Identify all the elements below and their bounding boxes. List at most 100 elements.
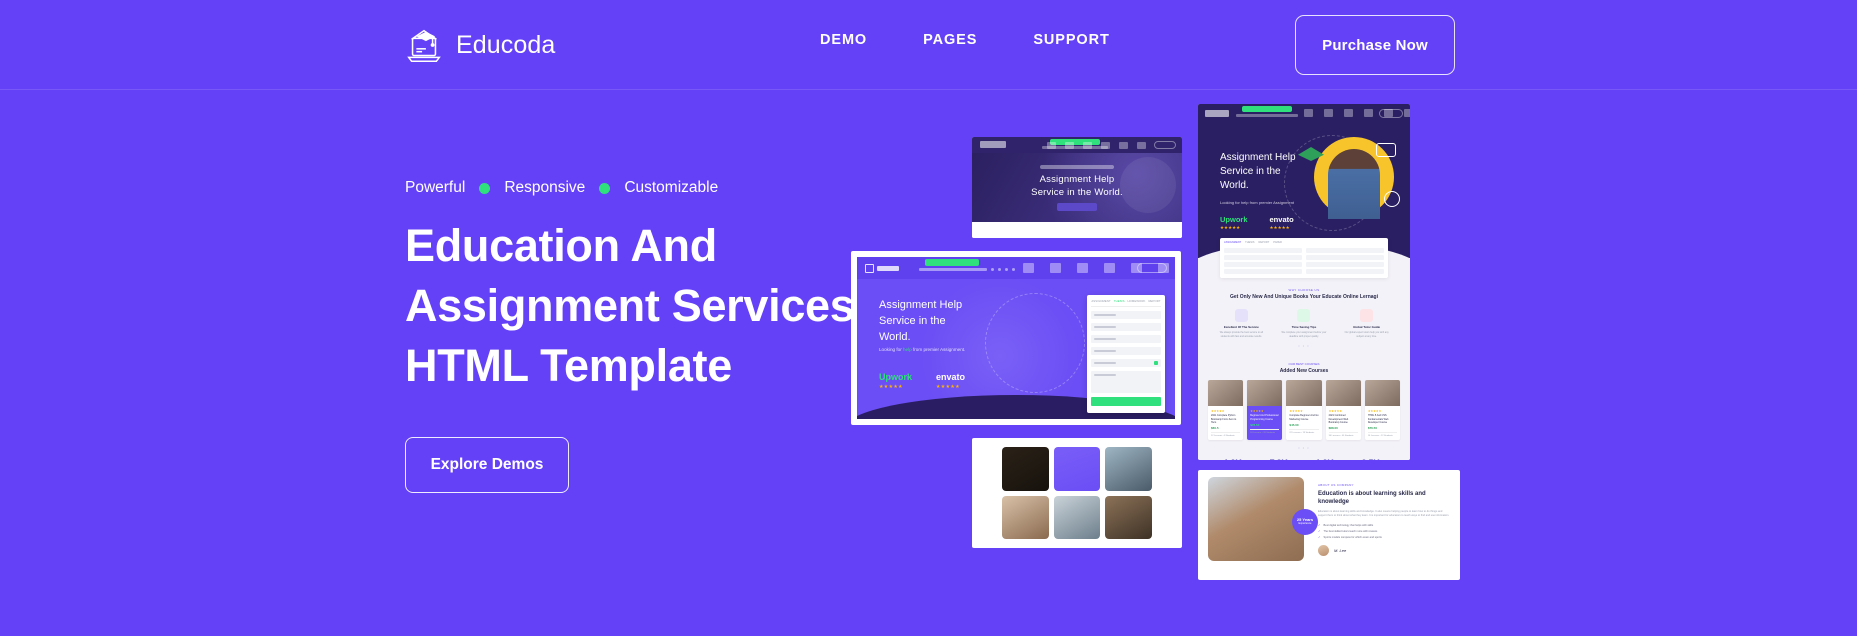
center-hero-paragraph: Looking for help from premier Assignment… bbox=[879, 347, 971, 352]
explore-demos-button[interactable]: Explore Demos bbox=[405, 437, 569, 493]
right-brand-envato-stars: ★★★★★ bbox=[1269, 225, 1290, 230]
globe-icon bbox=[1360, 309, 1374, 322]
form-field-email bbox=[1091, 323, 1161, 331]
right-section-label: WHY CHOOSE US bbox=[1288, 288, 1320, 292]
course-title: HTML 5 And CSS Fundamentals Web Develope… bbox=[1367, 414, 1389, 424]
right-page-body: ASSIGNMENT THESIS REPORT PAPER WHY CHOOS… bbox=[1198, 238, 1410, 460]
center-cta-sub bbox=[919, 268, 987, 271]
course-body: ★★★★★ 2021 Combined Development Web Boot… bbox=[1326, 406, 1361, 440]
center-contact-form: ASSIGNMENT THESIS HOMEWORK REPORT bbox=[1087, 295, 1165, 413]
stat-value: 1.2K+ bbox=[1316, 458, 1339, 460]
feature-carousel-dots[interactable]: • • • bbox=[1198, 343, 1410, 348]
thumb-hero: Assignment Help Service in the World. bbox=[972, 153, 1182, 222]
feature-customizable: Customizable bbox=[624, 179, 719, 196]
stat-item: 9.5K+ Best Videos bbox=[1362, 458, 1385, 460]
nav-item-demo[interactable]: DEMO bbox=[820, 32, 867, 48]
center-para-accent: help bbox=[903, 347, 912, 352]
about-image-wrap: 25 Years Experience bbox=[1208, 477, 1318, 573]
course-meta: 12 Lessons • 8 Students bbox=[1211, 432, 1241, 437]
course-meta: 16 Lessons • 12 Students bbox=[1367, 432, 1398, 437]
course-card[interactable]: ★★★★★ Beginner And Professional Programm… bbox=[1247, 380, 1283, 441]
clock-icon bbox=[1297, 309, 1311, 322]
center-login-button bbox=[1137, 263, 1167, 273]
course-carousel-dots[interactable]: • • • bbox=[1198, 445, 1410, 450]
chat-bubble-icon bbox=[1376, 143, 1396, 157]
course-card[interactable]: ★★★★★ 2021 Complete Python Bootcamp From… bbox=[1208, 380, 1244, 441]
feature-card: Time Saving Tips We complete your assign… bbox=[1280, 309, 1328, 338]
form-tab-report: REPORT bbox=[1148, 299, 1161, 303]
feature-card: Excellent Of The Service We always provi… bbox=[1217, 309, 1265, 338]
gallery-cell-purple bbox=[1053, 447, 1101, 491]
course-stars: ★★★★★ bbox=[1211, 409, 1225, 414]
course-price: $78.50 bbox=[1250, 423, 1260, 427]
clock-icon bbox=[1384, 191, 1400, 207]
right-form-tabs: ASSIGNMENT THESIS REPORT PAPER bbox=[1224, 241, 1384, 246]
about-bullet-list: Best digital technology that helps with … bbox=[1318, 523, 1450, 539]
stat-value: 1.2K+ bbox=[1224, 458, 1247, 460]
right-form-row-2 bbox=[1224, 255, 1384, 260]
course-card[interactable]: ★★★★★ 2021 Combined Development Web Boot… bbox=[1325, 380, 1361, 441]
course-price: $88.00 bbox=[1328, 426, 1338, 431]
stats-row: 1.2K+ Total Classes 7.3K+ Total Students… bbox=[1198, 458, 1410, 460]
course-image bbox=[1208, 380, 1244, 407]
about-bullet: The best skilled tutors teach more with … bbox=[1318, 529, 1450, 533]
demo-thumbnail-dark-hero[interactable]: Assignment Help Service in the World. bbox=[972, 137, 1182, 238]
form-tab-homework: HOMEWORK bbox=[1127, 299, 1146, 303]
purchase-now-button[interactable]: Purchase Now bbox=[1295, 15, 1455, 75]
course-meta: 22 Lessons • 19 Students bbox=[1289, 429, 1319, 434]
right-form-row-1 bbox=[1224, 248, 1384, 253]
right-brand-envato: envato ★★★★★ bbox=[1270, 215, 1294, 231]
brand-name: Educoda bbox=[456, 30, 556, 59]
course-body: ★★★★★ 2021 Complete Python Bootcamp From… bbox=[1208, 406, 1243, 440]
gallery-cell-campus bbox=[1053, 495, 1101, 539]
form-tab-thesis: THESIS bbox=[1113, 299, 1125, 303]
course-stars: ★★★★★ bbox=[1289, 409, 1303, 414]
document-icon bbox=[1234, 309, 1248, 322]
site-header: Educoda DEMO PAGES SUPPORT Purchase Now bbox=[0, 0, 1857, 90]
form-field-name bbox=[1091, 311, 1161, 319]
feature-powerful: Powerful bbox=[405, 179, 466, 196]
brand-envato-label: envato bbox=[936, 372, 966, 382]
stat-value: 7.3K+ bbox=[1270, 458, 1293, 460]
feature-card-text: We complete your assignment before your … bbox=[1281, 331, 1327, 338]
thumb-login-button bbox=[1154, 141, 1176, 149]
center-shot-inner: Assignment Help Service in the World. Lo… bbox=[857, 257, 1175, 419]
course-stars: ★★★★★ bbox=[1250, 409, 1264, 414]
demo-thumbnail-gallery[interactable] bbox=[972, 438, 1182, 548]
form-field-duedate bbox=[1091, 347, 1161, 355]
demo-thumbnail-purple-hero-form[interactable]: Assignment Help Service in the World. Lo… bbox=[851, 251, 1181, 425]
demo-thumbnail-full-page[interactable]: Assignment Help Service in the World. Lo… bbox=[1198, 104, 1410, 460]
course-title: Complete Beginner And Go Marketing Cours… bbox=[1289, 414, 1319, 421]
center-form-tabs: ASSIGNMENT THESIS HOMEWORK REPORT bbox=[1091, 299, 1161, 307]
right-cta-pill bbox=[1242, 106, 1292, 112]
center-navbar bbox=[857, 257, 1175, 279]
course-title: Beginner And Professional Programming Co… bbox=[1250, 414, 1279, 421]
course-price: $45.00 bbox=[1289, 423, 1299, 427]
course-card[interactable]: ★★★★★ Complete Beginner And Go Marketing… bbox=[1286, 380, 1322, 441]
brand-logo[interactable]: Educoda bbox=[403, 24, 555, 66]
feature-card-title: Global Tutor Guide bbox=[1353, 325, 1381, 329]
gallery-cell-library bbox=[1105, 495, 1152, 539]
demo-thumbnail-about[interactable]: 25 Years Experience ABOUT US COMPANY Edu… bbox=[1198, 470, 1460, 580]
course-title: 2021 Complete Python Bootcamp From Zero … bbox=[1211, 414, 1237, 424]
right-login-button bbox=[1379, 109, 1403, 118]
about-title: Education is about learning skills and k… bbox=[1318, 491, 1426, 505]
brand-envato: envato ★★★★★ bbox=[936, 372, 965, 390]
stat-value: 9.5K+ bbox=[1362, 458, 1385, 460]
right-courses-title: Added New Courses bbox=[1279, 368, 1329, 375]
course-image bbox=[1325, 380, 1361, 407]
right-form-tab-report: REPORT bbox=[1258, 241, 1270, 244]
right-form-tab-assignment: ASSIGNMENT bbox=[1224, 241, 1242, 244]
avatar bbox=[1318, 545, 1329, 556]
feature-card-text: Our global expert tutors help you with a… bbox=[1344, 331, 1389, 338]
feature-card-title: Excellent Of The Service bbox=[1223, 325, 1259, 329]
course-card[interactable]: ★★★★★ HTML 5 And CSS Fundamentals Web De… bbox=[1364, 380, 1401, 441]
stat-item: 7.3K+ Total Students bbox=[1270, 458, 1293, 460]
nav-item-pages[interactable]: PAGES bbox=[923, 32, 977, 48]
nav-item-support[interactable]: SUPPORT bbox=[1033, 32, 1109, 48]
about-text: Education is about learning skills and k… bbox=[1318, 510, 1450, 517]
right-form-tab-thesis: THESIS bbox=[1245, 241, 1255, 244]
feature-responsive: Responsive bbox=[504, 179, 586, 196]
center-social-icons bbox=[991, 268, 1015, 271]
brand-upwork-label: Upwork bbox=[879, 372, 913, 382]
